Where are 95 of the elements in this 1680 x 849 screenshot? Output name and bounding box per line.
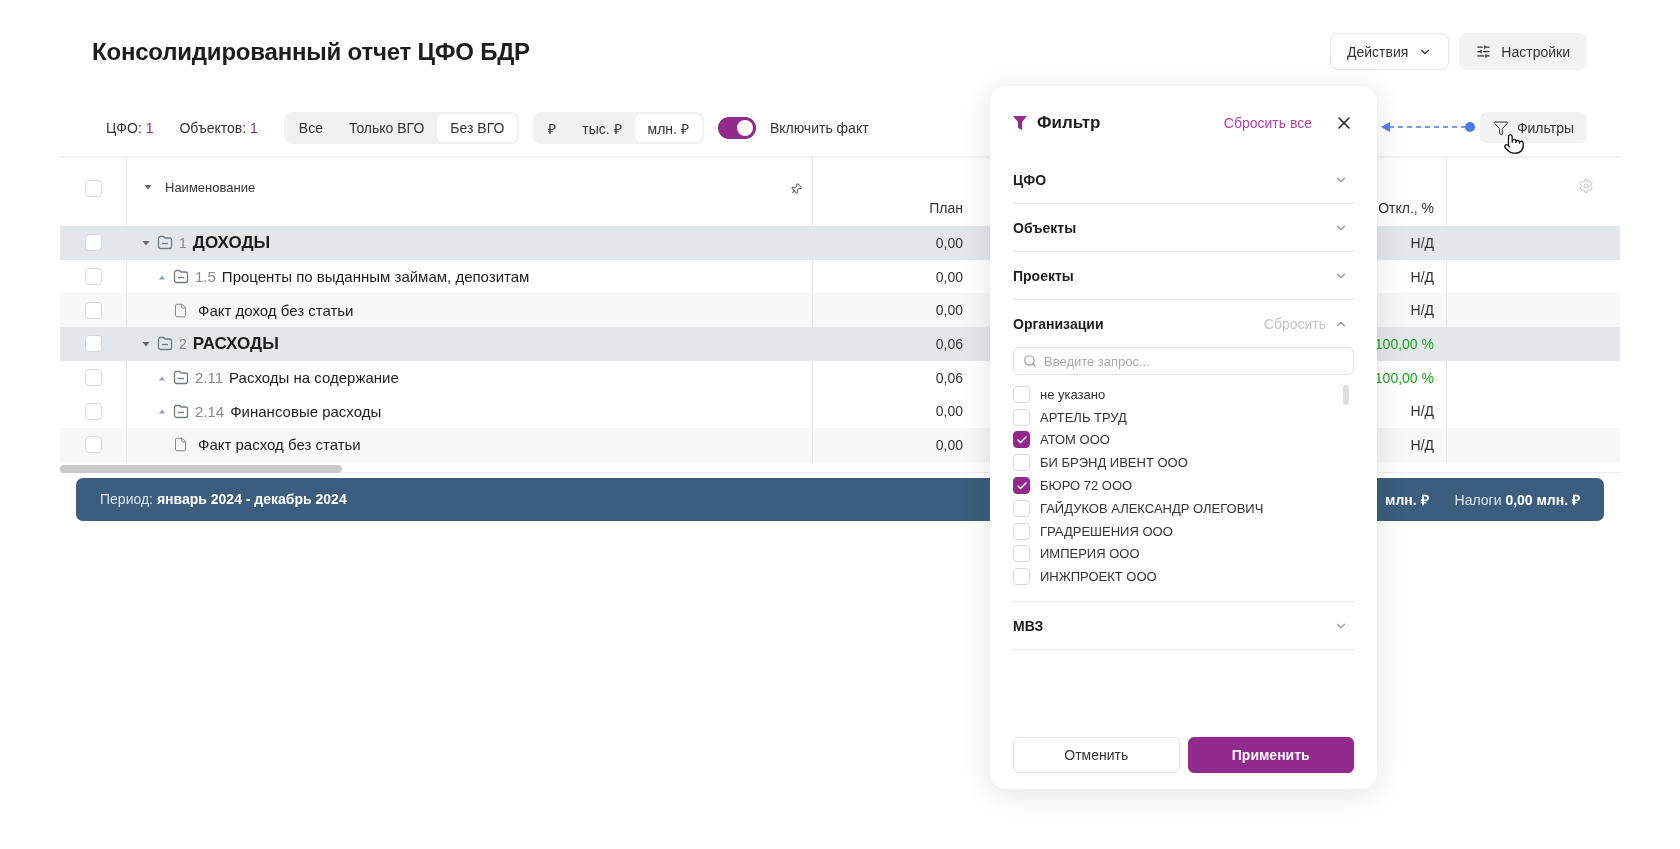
apply-button[interactable]: Применить (1187, 737, 1354, 773)
check-icon (1015, 479, 1028, 492)
plan-value: 0,00 (935, 403, 963, 420)
option-item[interactable]: БЮРО 72 ООО (1013, 474, 1354, 497)
select-all-checkbox[interactable] (84, 180, 102, 197)
row-name: ДОХОДЫ (192, 232, 271, 253)
deviation-value: Н/Д (1410, 302, 1434, 319)
toggle-label: Включить факт (769, 120, 869, 136)
row-name: Проценты по выданным займам, депозитам (221, 268, 530, 286)
list-scrollbar[interactable] (1343, 385, 1349, 405)
plan-value: 0,00 (935, 234, 963, 251)
taxes-text: Налоги 0,00 млн. ₽ (1454, 490, 1580, 509)
caret-down-icon[interactable] (141, 238, 151, 247)
row-name: Факт доход без статьи (198, 301, 354, 319)
plan-value: 0,00 (935, 268, 963, 285)
filters-button[interactable]: Фильтры (1479, 112, 1587, 143)
option-item[interactable]: АТОМ ООО (1013, 428, 1354, 452)
search-field[interactable]: Введите запрос... (1013, 347, 1354, 375)
settings-icon[interactable] (1578, 178, 1594, 194)
option-checkbox[interactable] (1013, 477, 1030, 495)
row-code: 2.11 (195, 369, 224, 387)
deviation-value: Н/Д (1410, 268, 1434, 285)
counter-label: ЦФО: 1 (106, 120, 154, 136)
deviation-value: Н/Д (1410, 403, 1434, 420)
reset-all-link[interactable]: Сбросить все (1223, 115, 1312, 131)
option-item[interactable]: ИМПЕРИЯ ООО (1013, 542, 1354, 566)
row-code: 1.5 (195, 268, 216, 286)
segment-option[interactable]: ₽ (535, 114, 570, 142)
caret-up-icon[interactable] (157, 407, 167, 416)
fact-toggle[interactable] (717, 117, 756, 139)
deviation-value: 100,00 % (1374, 335, 1434, 352)
cancel-button[interactable]: Отменить (1013, 737, 1180, 773)
option-item[interactable]: ГРАДРЕШЕНИЯ ООО (1013, 519, 1354, 543)
column-header: Откл., % (1378, 200, 1434, 216)
row-code: 2 (179, 335, 187, 352)
check-icon (1015, 434, 1028, 446)
deviation-value: Н/Д (1410, 436, 1434, 453)
folder-icon (173, 269, 189, 285)
panel-title: Фильтр (1037, 113, 1102, 133)
option-item[interactable]: БИ БРЭНД ИВЕНТ ООО (1013, 451, 1354, 475)
segment-option[interactable]: млн. ₽ (634, 114, 702, 142)
settings-button[interactable]: Настройки (1459, 33, 1587, 70)
segment-option[interactable]: Только ВГО (335, 114, 438, 142)
plan-value: 0,00 (935, 302, 963, 319)
horizontal-scrollbar[interactable] (60, 464, 342, 473)
row-checkbox[interactable] (84, 369, 102, 387)
period-text: Период: январь 2024 - декабрь 2024 (100, 491, 347, 508)
funnel-icon (1013, 115, 1027, 131)
segment-option[interactable]: Все (285, 114, 336, 142)
segment-option[interactable]: Без ВГО (437, 114, 518, 142)
row-checkbox[interactable] (84, 268, 102, 286)
row-checkbox[interactable] (84, 436, 102, 454)
section-header[interactable]: Организации Сбросить (1013, 300, 1354, 347)
summary-value: млн. ₽ (1385, 490, 1429, 509)
plan-value: 0,00 (935, 436, 963, 453)
section-header[interactable]: Проекты (1013, 252, 1354, 299)
row-name: Финансовые расходы (230, 402, 382, 420)
option-item[interactable]: ГАЙДУКОВ АЛЕКСАНДР ОЛЕГОВИЧ (1013, 497, 1354, 520)
document-icon (173, 437, 188, 453)
row-code: 2.14 (195, 402, 225, 420)
document-icon (173, 302, 188, 318)
deviation-value: Н/Д (1410, 234, 1434, 251)
counter-label: Объектов: 1 (179, 120, 258, 136)
caret-down-icon[interactable] (141, 339, 151, 348)
page-title: Консолидированный отчет ЦФО БДР (92, 37, 530, 66)
section-header[interactable]: Объекты (1013, 204, 1354, 251)
folder-icon (173, 403, 189, 419)
segment-option[interactable]: тыс. ₽ (569, 114, 635, 142)
folder-icon (157, 235, 173, 251)
row-checkbox[interactable] (84, 301, 102, 319)
section-header[interactable]: ЦФО (1013, 156, 1354, 203)
actions-dropdown[interactable]: Действия (1330, 33, 1450, 70)
option-item[interactable]: не указано (1013, 383, 1354, 406)
option-item[interactable]: АРТЕЛЬ ТРУД (1013, 405, 1354, 429)
filter-icon (1492, 119, 1509, 136)
row-checkbox[interactable] (84, 335, 102, 353)
caret-down-icon[interactable] (143, 183, 153, 191)
folder-icon (173, 370, 189, 386)
row-name: Факт расход без статьи (198, 436, 361, 454)
row-name: РАСХОДЫ (192, 333, 279, 354)
row-code: 1 (179, 234, 187, 251)
plan-value: 0,06 (935, 335, 963, 352)
row-checkbox[interactable] (84, 402, 102, 420)
column-header: Наименование (165, 180, 256, 195)
deviation-value: 100,00 % (1374, 369, 1434, 386)
search-icon (1023, 354, 1037, 368)
column-header: План (929, 200, 963, 216)
folder-icon (157, 336, 173, 352)
section-header[interactable]: МВЗ (1013, 602, 1354, 649)
row-name: Расходы на содержание (229, 369, 399, 387)
plan-value: 0,06 (935, 369, 963, 386)
sliders-icon (1476, 44, 1492, 59)
option-checkbox[interactable] (1013, 431, 1030, 449)
option-item[interactable]: ИНЖПРОЕКТ ООО (1013, 565, 1354, 589)
row-checkbox[interactable] (84, 234, 102, 252)
